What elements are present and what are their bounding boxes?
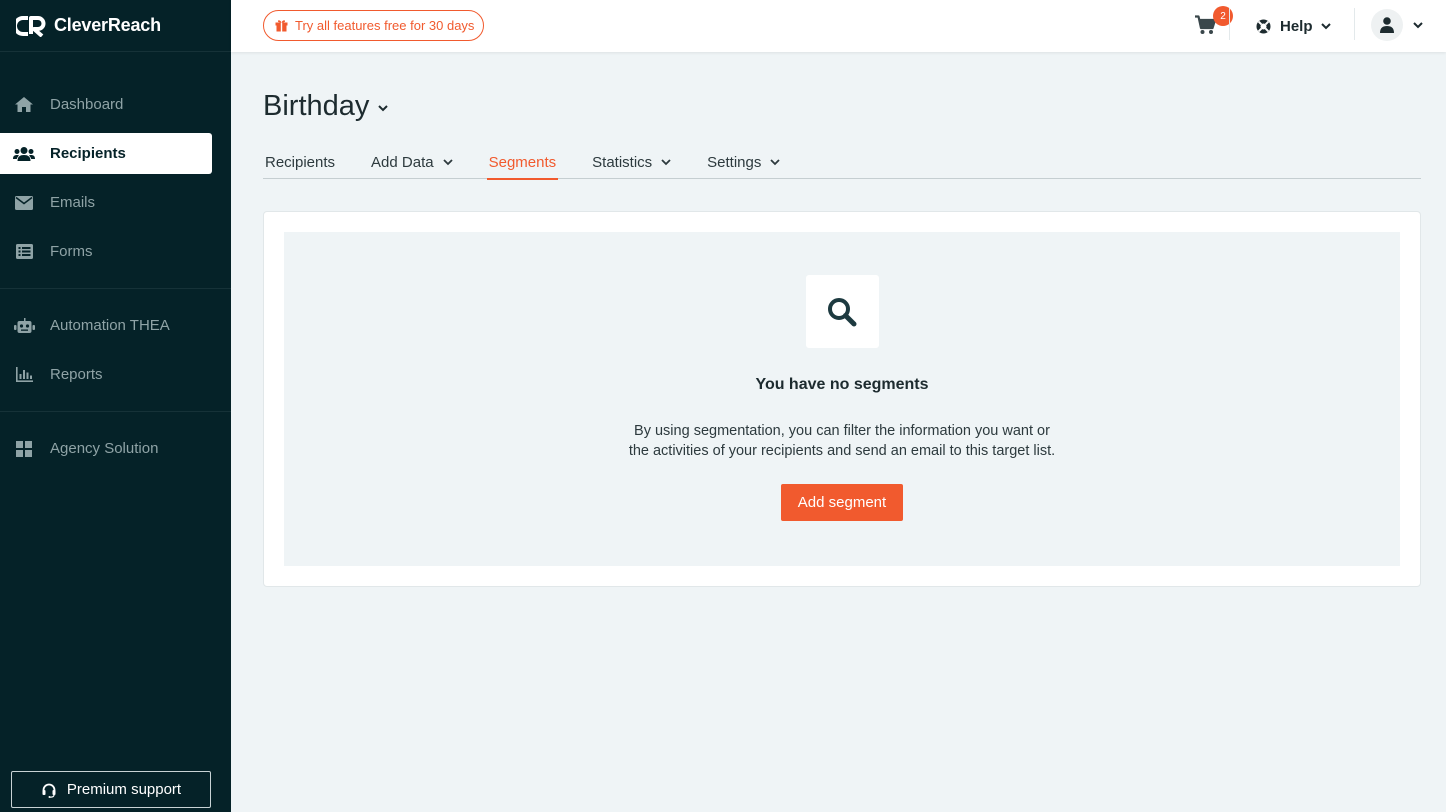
sidebar-item-label: Dashboard [50, 96, 124, 113]
help-label: Help [1280, 17, 1313, 35]
list-icon [13, 243, 35, 261]
cleverreach-logo-icon [16, 15, 46, 37]
sidebar-item-label: Automation THEA [50, 317, 170, 334]
topbar: Try all features free for 30 days 2 Help [231, 0, 1446, 52]
sidebar-item-forms[interactable]: Forms [0, 231, 212, 272]
user-menu[interactable] [1371, 9, 1423, 41]
gift-icon [275, 20, 288, 32]
nav-group-main: Dashboard Recipients Emails Forms [0, 52, 231, 288]
add-segment-button[interactable]: Add segment [780, 484, 904, 521]
tab-label: Settings [707, 153, 762, 171]
logo-text: CleverReach [54, 15, 161, 35]
tab-label: Recipients [265, 153, 336, 171]
chevron-down-icon [442, 158, 453, 165]
empty-state-title: You have no segments [755, 376, 929, 393]
main-content: Birthday Recipients Add Data Segments St… [263, 52, 1421, 587]
chevron-down-icon [1413, 21, 1423, 28]
chevron-down-icon [378, 105, 389, 112]
empty-state: You have no segments By using segmentati… [284, 232, 1400, 566]
sidebar-item-label: Agency Solution [50, 440, 159, 457]
empty-state-description: By using segmentation, you can filter th… [602, 421, 1082, 461]
chevron-down-icon [1320, 22, 1331, 29]
description-line: the activities of your recipients and se… [628, 443, 1056, 459]
sidebar-item-emails[interactable]: Emails [0, 182, 212, 223]
tab-label: Add Data [371, 153, 434, 171]
help-menu[interactable]: Help [1256, 14, 1331, 38]
envelope-icon [13, 194, 35, 212]
sidebar-item-label: Forms [50, 243, 93, 260]
user-icon [1380, 17, 1394, 33]
sidebar-item-agency-solution[interactable]: Agency Solution [0, 428, 212, 469]
chevron-down-icon [661, 158, 671, 165]
premium-support-button[interactable]: Premium support [11, 771, 211, 808]
tab-statistics[interactable]: Statistics [590, 145, 673, 179]
divider [1354, 8, 1355, 40]
divider [1229, 8, 1230, 40]
tab-label: Statistics [592, 153, 653, 171]
trial-label: Try all features free for 30 days [295, 18, 475, 33]
sidebar-item-automation[interactable]: Automation THEA [0, 305, 212, 346]
tab-settings[interactable]: Settings [705, 145, 782, 179]
sidebar-item-label: Reports [50, 366, 103, 383]
logo[interactable]: CleverReach [0, 0, 231, 52]
tabs: Recipients Add Data Segments Statistics … [263, 145, 1421, 180]
search-icon [828, 297, 857, 326]
bar-chart-icon [13, 366, 35, 384]
premium-support-label: Premium support [66, 781, 182, 798]
tab-label: Segments [488, 153, 557, 171]
segments-card: You have no segments By using segmentati… [263, 211, 1421, 587]
tab-segments[interactable]: Segments [486, 145, 559, 180]
nav-group-automation: Automation THEA Reports [0, 288, 231, 411]
empty-state-illustration [805, 275, 879, 348]
sidebar-item-label: Emails [50, 194, 96, 211]
tab-recipients[interactable]: Recipients [263, 145, 337, 179]
avatar [1371, 9, 1403, 41]
headset-icon [42, 783, 56, 798]
sidebar: CleverReach Dashboard Recipients Emails … [0, 0, 231, 812]
sidebar-item-label: Recipients [50, 145, 126, 162]
sidebar-item-reports[interactable]: Reports [0, 354, 212, 395]
nav-group-agency: Agency Solution [0, 411, 231, 493]
users-icon [13, 145, 35, 163]
cart-button[interactable]: 2 [1193, 6, 1233, 40]
description-line: By using segmentation, you can filter th… [634, 423, 1050, 439]
robot-icon [13, 317, 35, 335]
sidebar-item-dashboard[interactable]: Dashboard [0, 84, 212, 125]
lifebuoy-icon [1256, 19, 1271, 33]
sidebar-item-recipients[interactable]: Recipients [0, 133, 212, 174]
page-title: Birthday [263, 90, 370, 122]
chevron-down-icon [770, 158, 780, 165]
cart-count-badge: 2 [1213, 6, 1233, 26]
home-icon [13, 96, 35, 114]
list-selector[interactable]: Birthday [263, 90, 1421, 123]
grid-icon [13, 440, 35, 458]
tab-add-data[interactable]: Add Data [369, 145, 455, 179]
trial-button[interactable]: Try all features free for 30 days [263, 10, 485, 41]
